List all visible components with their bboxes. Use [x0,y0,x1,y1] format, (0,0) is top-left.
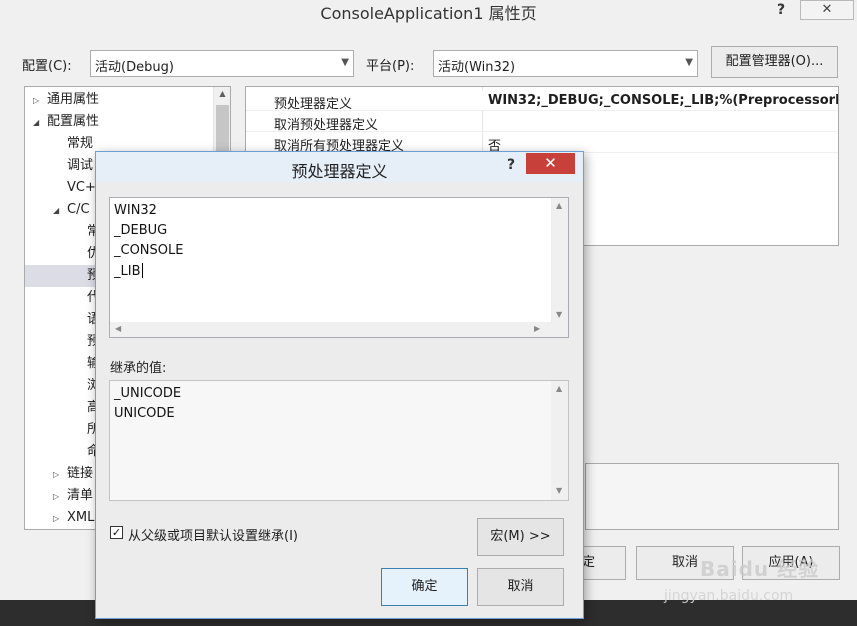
tree-item[interactable]: VC+ [53,177,96,199]
definitions-hscroll[interactable]: ◀ ▶ [110,322,568,337]
baidu-watermark-text: Baidu 经验 [700,557,820,581]
dialog-close-button[interactable]: ✕ [526,153,575,174]
grid-row[interactable]: 预处理器定义 WIN32;_DEBUG;_CONSOLE;_LIB;%(Prep… [246,90,839,112]
inherit-checkbox[interactable]: ✓ [110,526,123,539]
macro-button[interactable]: 宏(M) >> [477,518,564,556]
definitions-vscroll[interactable]: ▲ ▼ [551,198,568,323]
window-close-button[interactable]: ✕ [800,0,854,20]
tree-item-label: VC+ [67,180,96,195]
tree-item[interactable]: ▷ 链接 [53,463,93,485]
scroll-up-icon[interactable]: ▲ [556,384,562,393]
platform-select-value: 活动(Win32) [438,60,516,75]
expand-arrow-icon[interactable]: ▷ [53,508,67,529]
ok-button[interactable]: 确定 [381,568,468,606]
tree-item[interactable]: ◢ 配置属性 [33,111,99,133]
config-label: 配置(C): [22,59,72,74]
definition-line: WIN32 [114,203,157,218]
scroll-up-icon[interactable]: ▲ [556,201,562,210]
baidu-watermark-url: jingyan.baidu.com [664,588,794,604]
inherit-checkbox-label[interactable]: 从父级或项目默认设置继承(I) [128,525,298,544]
scroll-down-icon[interactable]: ▼ [556,486,562,495]
chevron-down-icon: ▼ [341,57,349,68]
inherited-values-box: _UNICODE UNICODE ▲ ▼ [109,380,569,501]
scroll-right-icon[interactable]: ▶ [534,324,540,333]
expand-arrow-icon[interactable]: ▷ [53,486,67,508]
tree-item[interactable]: 常规 [53,133,93,155]
config-select-value: 活动(Debug) [95,60,174,75]
grid-row-key: 预处理器定义 [274,97,353,112]
tree-item[interactable]: ▷ 清单 [53,485,93,507]
tree-item[interactable]: 调试 [53,155,93,177]
preprocessor-dialog: 预处理器定义 ? ✕ WIN32 _DEBUG _CONSOLE _LIB ▲ … [95,151,584,619]
expand-arrow-icon[interactable]: ▷ [33,90,47,112]
text-caret [141,263,143,278]
dialog-titlebar: 预处理器定义 ? ✕ [96,152,583,182]
description-panel [585,463,839,530]
window-title: ConsoleApplication1 属性页 [320,4,537,23]
config-select[interactable]: 活动(Debug) ▼ [90,50,354,77]
config-manager-button[interactable]: 配置管理器(O)... [711,46,838,78]
tree-item-label: C/C [67,202,90,217]
scroll-left-icon[interactable]: ◀ [115,324,121,333]
definitions-textarea[interactable]: WIN32 _DEBUG _CONSOLE _LIB ▲ ▼ ◀ ▶ [109,197,569,338]
cancel-button[interactable]: 取消 [477,568,564,606]
help-button[interactable]: ? [771,0,791,22]
inherited-vscroll[interactable]: ▲ ▼ [551,381,568,500]
expand-arrow-icon[interactable]: ▷ [53,464,67,486]
tree-item[interactable]: ▷ XML [53,507,94,529]
scroll-down-icon[interactable]: ▼ [556,310,562,319]
grid-row-value: WIN32;_DEBUG;_CONSOLE;_LIB;%(Preprocesso… [488,93,839,108]
grid-row[interactable]: 取消预处理器定义 [246,111,838,133]
tree-item-label: 配置属性 [47,114,100,129]
tree-item-label: 通用属性 [47,92,100,107]
tree-item-label: 清单 [67,488,94,503]
tree-item-label: 调试 [67,158,94,173]
dialog-help-button[interactable]: ? [500,153,522,177]
expand-arrow-icon[interactable]: ◢ [33,112,47,134]
tree-item-label: 常规 [67,136,94,151]
platform-label: 平台(P): [366,59,415,74]
definition-line: _DEBUG [114,223,168,238]
definition-line: _CONSOLE [114,243,184,258]
grid-row[interactable]: 取消所有预处理器定义 否 [246,132,838,154]
definition-line-last: _LIB [114,263,143,279]
expand-arrow-icon[interactable]: ◢ [53,200,67,222]
chevron-down-icon: ▼ [685,57,693,68]
platform-select[interactable]: 活动(Win32) ▼ [433,50,698,77]
tree-item[interactable]: ◢ C/C [53,199,90,221]
inherited-values-label: 继承的值: [110,361,167,376]
scroll-up-icon[interactable]: ▲ [214,89,230,98]
inherited-line: _UNICODE [114,386,182,401]
tree-item[interactable]: ▷ 通用属性 [33,89,99,111]
grid-row-key: 取消预处理器定义 [274,118,379,133]
tree-item-label: 链接 [67,466,94,481]
inherited-line: UNICODE [114,406,175,421]
tree-item-label: XML [67,510,95,525]
definition-line: _LIB [114,264,141,279]
